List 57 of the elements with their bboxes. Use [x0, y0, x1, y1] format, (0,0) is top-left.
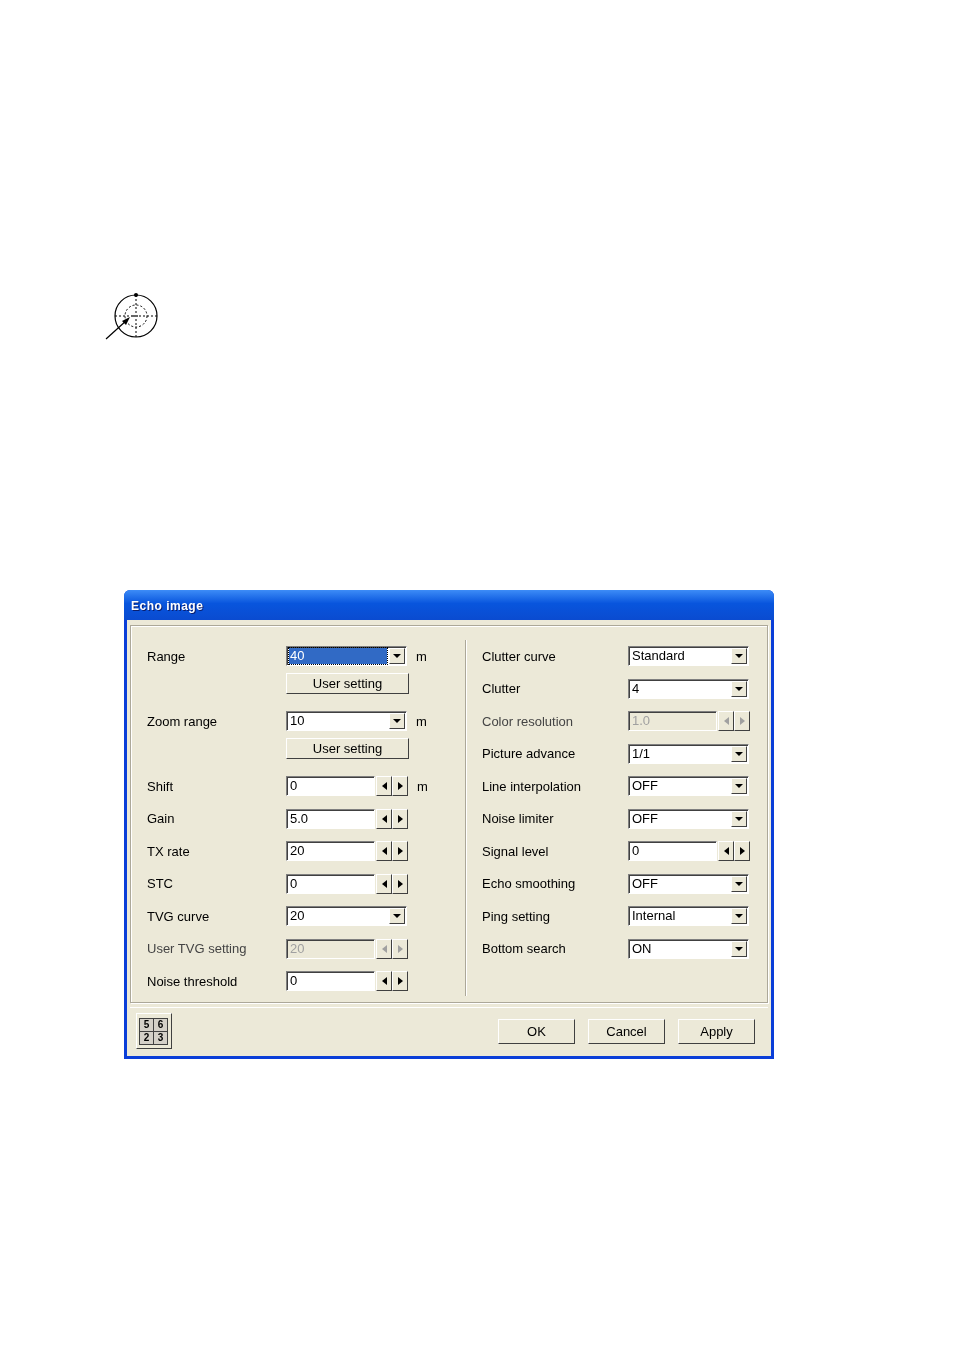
dropdown[interactable]: 40	[286, 646, 407, 667]
spinner-field[interactable]: 0	[286, 873, 375, 894]
unit-label: m	[417, 778, 428, 794]
dropdown-value: OFF	[631, 810, 659, 827]
setting-label: Range	[147, 648, 187, 664]
setting-label: Noise limiter	[482, 811, 555, 827]
dialog-button[interactable]: OK	[498, 1018, 575, 1044]
dropdown[interactable]: OFF	[628, 808, 749, 829]
setting-label: Picture advance	[482, 746, 577, 762]
unit-label: m	[416, 648, 427, 664]
setting-label: STC	[147, 876, 174, 892]
dropdown[interactable]: 20	[286, 906, 407, 927]
setting-label: Shift	[147, 778, 174, 794]
unit-label: m	[416, 713, 427, 729]
spinner-field[interactable]: 20	[286, 841, 375, 862]
dropdown-value: 40	[289, 648, 387, 665]
setting-label: Clutter	[482, 681, 522, 697]
dropdown[interactable]: 4	[628, 678, 749, 699]
dropdown[interactable]: ON	[628, 938, 749, 959]
keypad-button[interactable]: 5 6 2 3	[136, 1013, 172, 1049]
setting-label: Color resolution	[482, 713, 575, 729]
setting-label: Line interpolation	[482, 778, 583, 794]
dialog-button[interactable]: Apply	[678, 1018, 755, 1044]
setting-label: Signal level	[482, 843, 550, 859]
dropdown-value: 1/1	[631, 745, 652, 762]
spinner-field[interactable]: 5.0	[286, 808, 375, 829]
setting-label: Clutter curve	[482, 648, 557, 664]
dropdown[interactable]: 10	[286, 711, 407, 732]
spinner-field[interactable]: 0	[286, 971, 375, 992]
dropdown-value: Standard	[631, 648, 686, 665]
user-setting-button[interactable]: User setting	[286, 738, 409, 760]
setting-label: Echo smoothing	[482, 876, 577, 892]
dropdown-value: 10	[289, 713, 306, 730]
spinner-field[interactable]: 0	[628, 841, 717, 862]
setting-label: User TVG setting	[147, 941, 248, 957]
setting-label: Zoom range	[147, 713, 219, 729]
dialog-button[interactable]: Cancel	[588, 1018, 665, 1044]
dropdown-value: OFF	[631, 778, 659, 795]
window-title: Echo image	[124, 590, 774, 620]
dropdown-value: 4	[631, 680, 641, 697]
dropdown[interactable]: 1/1	[628, 743, 749, 764]
dropdown-value: OFF	[631, 875, 659, 892]
dropdown-value: 20	[289, 908, 306, 925]
setting-label: TVG curve	[147, 908, 211, 924]
dropdown-value: Internal	[631, 908, 677, 925]
setting-label: TX rate	[147, 843, 191, 859]
setting-label: Noise threshold	[147, 973, 239, 989]
setting-label: Bottom search	[482, 941, 567, 957]
user-setting-button[interactable]: User setting	[286, 673, 409, 695]
dropdown[interactable]: OFF	[628, 776, 749, 797]
setting-label: Ping setting	[482, 908, 551, 924]
dropdown[interactable]: OFF	[628, 873, 749, 894]
spinner-field[interactable]: 0	[286, 776, 375, 797]
dropdown[interactable]: Internal	[628, 906, 749, 927]
dropdown-value: ON	[631, 940, 653, 957]
setting-label: Gain	[147, 811, 176, 827]
dropdown[interactable]: Standard	[628, 646, 749, 667]
